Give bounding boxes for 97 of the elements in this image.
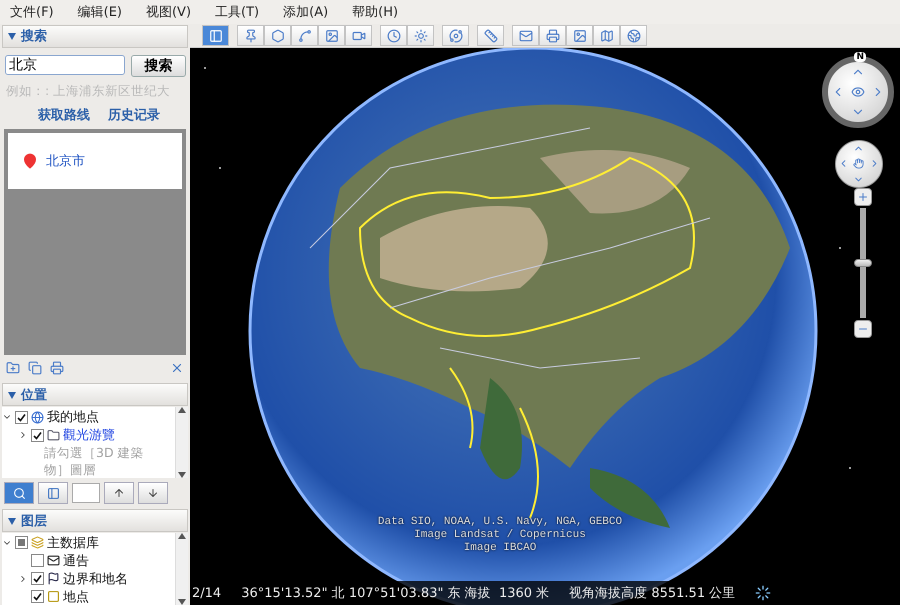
tree-item-label[interactable]: 通告 — [63, 552, 89, 570]
sidebar-icon — [208, 28, 222, 42]
planet-tool-button[interactable] — [442, 25, 469, 46]
clock-tool-button[interactable] — [380, 25, 407, 46]
polygon-icon — [270, 28, 284, 42]
ruler-tool-button[interactable] — [477, 25, 504, 46]
checkbox[interactable] — [31, 554, 44, 568]
copy-icon[interactable] — [28, 361, 42, 376]
folder-link[interactable]: 觀光游覽 — [63, 426, 115, 444]
search-button[interactable]: 搜索 — [131, 54, 186, 77]
tree-item-label[interactable]: 地点 — [63, 588, 89, 605]
zoom-out-button[interactable] — [854, 320, 872, 338]
map-tool-button[interactable] — [593, 25, 620, 46]
tree-item-label[interactable]: 我的地点 — [47, 408, 99, 426]
north-label[interactable]: N — [854, 52, 866, 62]
path-icon — [298, 28, 312, 42]
picture-tool-button[interactable] — [566, 25, 593, 46]
map-pin-icon — [22, 152, 38, 169]
result-link[interactable]: 北京市 — [46, 152, 85, 170]
ruler-icon — [484, 28, 498, 42]
path-tool-button[interactable] — [291, 25, 318, 46]
link[interactable]: 历史记录 — [108, 106, 160, 124]
hand-icon — [853, 158, 864, 170]
envelope-tool-button[interactable] — [512, 25, 539, 46]
tree-item-label[interactable]: 边界和地名 — [63, 570, 128, 588]
move-control[interactable] — [835, 140, 883, 188]
pushpin-tool-button[interactable] — [237, 25, 264, 46]
scroll-down-icon[interactable] — [178, 472, 186, 478]
folder-add-icon[interactable] — [6, 361, 20, 376]
clock-icon — [386, 28, 400, 42]
envelope-icon — [518, 28, 532, 42]
move-down-button[interactable] — [138, 482, 168, 504]
checkbox[interactable] — [31, 428, 44, 442]
checkbox[interactable] — [31, 572, 44, 586]
arrow-down-icon — [147, 487, 159, 500]
scrollbar[interactable] — [175, 407, 188, 478]
flag-icon — [47, 572, 60, 586]
search-toggle[interactable] — [4, 482, 34, 504]
checkbox[interactable] — [15, 410, 28, 424]
earth-icon — [626, 28, 640, 42]
panel-header[interactable]: 位置 — [2, 383, 188, 406]
panel-header[interactable]: 搜索 — [2, 25, 188, 48]
sun-icon — [414, 28, 428, 42]
image-icon — [324, 28, 338, 42]
printer-tool-button[interactable] — [539, 25, 566, 46]
eye-altitude-text: 视角海拔高度 8551.51 公里 — [569, 585, 736, 602]
menu-item[interactable]: 视图(V) — [146, 3, 192, 21]
camera-tool-button[interactable] — [345, 25, 372, 46]
imagery-credit: Image IBCAO — [464, 542, 536, 555]
collapse-triangle-icon[interactable] — [7, 516, 17, 526]
globe-icon — [31, 410, 44, 424]
collapse-triangle-icon[interactable] — [7, 31, 17, 42]
checkbox[interactable] — [31, 590, 44, 604]
printer-icon[interactable] — [50, 361, 64, 376]
menu-item[interactable]: 添加(A) — [283, 3, 328, 21]
envelope-icon — [47, 554, 60, 568]
imagery-credit: Image Landsat / Copernicus — [414, 529, 586, 542]
folder-icon — [47, 428, 60, 442]
square-icon — [47, 590, 60, 604]
sidebar-tool-button[interactable] — [202, 25, 229, 46]
earth-tool-button[interactable] — [620, 25, 647, 46]
loading-icon — [755, 585, 772, 601]
picture-icon — [572, 28, 586, 42]
printer-icon — [546, 28, 560, 42]
zoom-thumb[interactable] — [854, 259, 872, 267]
menu-item[interactable]: 编辑(E) — [78, 3, 122, 21]
search-icon — [12, 486, 26, 500]
scroll-down-icon[interactable] — [178, 598, 186, 605]
polygon-tool-button[interactable] — [264, 25, 291, 46]
checkbox[interactable] — [15, 536, 28, 550]
link[interactable]: 获取路线 — [38, 106, 90, 124]
arrow-up-icon — [113, 487, 125, 500]
sun-tool-button[interactable] — [407, 25, 434, 46]
coordinates-text: 36°15'13.52" 北 107°51'03.83" 东 海拔 1360 米 — [241, 585, 550, 602]
collapse-triangle-icon[interactable] — [7, 390, 17, 400]
plus-icon — [857, 191, 869, 203]
hint-text: 請勾選［3D 建築物］圖層 — [43, 444, 145, 478]
panel-header[interactable]: 图层 — [2, 509, 188, 532]
panel-icon — [46, 486, 60, 500]
imagery-credit: Data SIO, NOAA, U.S. Navy, NGA, GEBCO — [378, 516, 622, 529]
panel-toggle[interactable] — [38, 482, 68, 504]
menu-item[interactable]: 帮助(H) — [352, 3, 398, 21]
menu-item[interactable]: 工具(T) — [215, 3, 260, 21]
image-tool-button[interactable] — [318, 25, 345, 46]
map-icon — [600, 28, 614, 42]
move-up-button[interactable] — [104, 482, 134, 504]
planet-icon — [448, 28, 462, 42]
scrollbar[interactable] — [175, 532, 188, 605]
search-field[interactable]: 北京 — [5, 54, 125, 75]
menu-item[interactable]: 文件(F) — [10, 3, 54, 21]
layers-icon — [31, 536, 44, 550]
eye-icon — [851, 85, 865, 99]
pushpin-icon — [244, 28, 258, 42]
zoom-in-button[interactable] — [854, 188, 872, 206]
date-text: 2/14 — [192, 586, 222, 600]
tree-item-label[interactable]: 主数据库 — [47, 534, 99, 552]
input-field[interactable] — [72, 483, 100, 504]
